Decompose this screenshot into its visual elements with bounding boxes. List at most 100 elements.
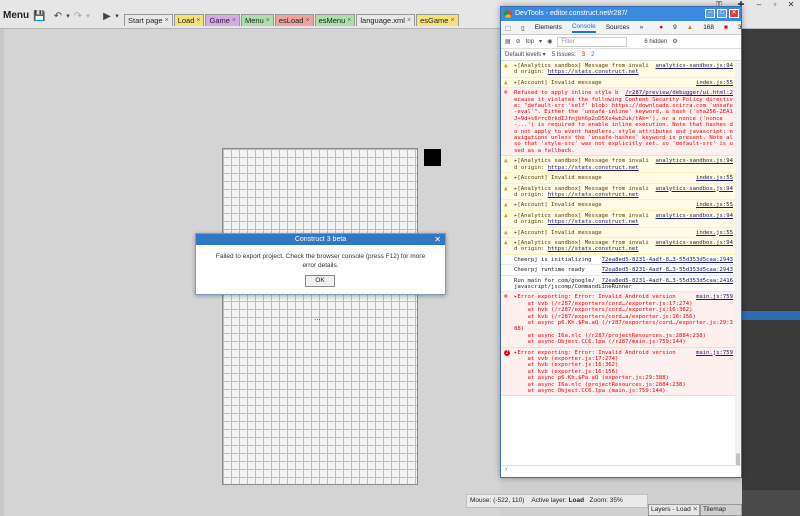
tab-console[interactable]: Console [571, 23, 596, 33]
properties-panel [742, 320, 800, 490]
tab-sources[interactable]: Sources [606, 24, 630, 31]
warning-icon: ▲ [504, 201, 508, 209]
source-link[interactable]: 72ea8ed5-8231-4adf-8…3-55d353d5caa:2943 [602, 267, 733, 273]
context-select[interactable]: top [526, 39, 534, 45]
console-entry[interactable]: 72ea8ed5-8231-4adf-8…3-55d353d5caa:2416 R… [501, 276, 741, 293]
error-icon: 2 [504, 349, 511, 357]
tab-close-icon[interactable]: × [407, 15, 411, 26]
console-scrollbar[interactable] [735, 63, 741, 477]
tab-load[interactable]: Load × [173, 14, 205, 26]
origin-link[interactable]: https://stats.construct.net [548, 219, 639, 225]
menu-button[interactable]: Menu [3, 10, 29, 21]
tab-layers[interactable]: Layers - Load ✕ [648, 504, 700, 516]
tab-language-xml[interactable]: language.xml × [356, 14, 416, 26]
tab-esgame[interactable]: esGame × [416, 14, 459, 26]
source-link[interactable]: index.js:55 [696, 80, 733, 86]
console-entry[interactable]: ⊗ main.js:759 ▸Error exporting: Error: Inv… [501, 292, 741, 348]
tab-close-icon[interactable]: × [232, 15, 236, 26]
console-entry[interactable]: ▲ index.js:55 ▸[Account] Invalid message [501, 173, 741, 184]
maximize-icon[interactable]: ▫ [768, 0, 782, 10]
clear-console-icon[interactable]: ⊘ [516, 38, 521, 45]
default-levels-select[interactable]: Default levels ▾ [505, 49, 546, 60]
tab-label: Load [177, 16, 195, 25]
tab-label: esMenu [318, 16, 346, 25]
error-icon: ⊗ [504, 293, 508, 301]
source-link[interactable]: main.js:759 [696, 294, 733, 300]
dialog-title: Construct 3 beta [294, 236, 347, 243]
issues-label[interactable]: 5 Issues: [552, 49, 576, 60]
source-link[interactable]: analytics-sandbox.js:94 [656, 186, 733, 192]
entry-text: ▸Error exporting: Error: Invalid Android… [514, 349, 686, 395]
message-count: 3 [737, 24, 742, 31]
inspect-icon[interactable]: ⬚ [505, 24, 511, 32]
console-entry[interactable]: ▲ analytics-sandbox.js:94 ▸[Analytics sand… [501, 210, 741, 228]
save-icon[interactable]: 💾 [33, 11, 45, 22]
minimize-icon[interactable]: – [752, 0, 766, 10]
console-entry[interactable]: ▲ analytics-sandbox.js:94 ▸[Analytics sand… [501, 61, 741, 78]
close-icon[interactable]: ✕ [729, 9, 739, 18]
canvas-dots: ... [314, 313, 321, 322]
maximize-icon[interactable]: □ [717, 9, 727, 18]
source-link[interactable]: main.js:759 [696, 350, 733, 356]
tab-close-icon[interactable]: × [266, 15, 270, 26]
console-entry[interactable]: ▲ index.js:55 ▸[Account] Invalid message [501, 200, 741, 211]
redo-dropdown-icon[interactable]: ▾ [82, 11, 94, 22]
tab-menu[interactable]: Menu × [241, 14, 274, 26]
console-entry[interactable]: ▲ index.js:55 ▸[Account] Invalid message [501, 227, 741, 238]
play-dropdown-icon[interactable]: ▾ [111, 11, 123, 22]
construct3-editor: Menu 💾 ↶ ▾ ↷ ▾ ▶ ▾ Start page × Load × Game ×… [0, 0, 800, 516]
tab-elements[interactable]: Elements [535, 24, 562, 31]
source-link[interactable]: index.js:55 [696, 175, 733, 181]
tab-esmenu[interactable]: esMenu × [314, 14, 356, 26]
mouse-value: (-522, 110) [493, 497, 525, 504]
console-entry[interactable]: ▲ index.js:55 ▸[Account] Invalid message [501, 77, 741, 89]
warning-icon: ▲ [504, 78, 508, 86]
console-entry[interactable]: ⊗/r287/preview/debugger/ui.html:2 Refused… [501, 88, 741, 157]
console-entry[interactable]: 2 main.js:759 ▸Error exporting: Error: Inv… [501, 347, 741, 397]
origin-link[interactable]: https://stats.construct.net [548, 165, 639, 171]
project-panel [742, 29, 800, 311]
source-link[interactable]: index.js:55 [696, 202, 733, 208]
issues-error-count: 3 [581, 52, 586, 58]
more-tabs-icon[interactable]: » [640, 24, 644, 31]
source-link[interactable]: analytics-sandbox.js:94 [656, 240, 733, 246]
origin-link[interactable]: https://stats.construct.net [548, 246, 639, 252]
tab-label: Menu [245, 16, 264, 25]
close-window-icon[interactable]: ✕ [784, 0, 798, 10]
console-settings-icon[interactable]: ⚙ [672, 38, 677, 45]
tab-game[interactable]: Game × [205, 14, 241, 26]
tab-label: language.xml [360, 16, 405, 25]
eye-icon[interactable]: ◉ [547, 38, 552, 45]
tab-close-icon[interactable]: × [305, 15, 309, 26]
origin-link[interactable]: https://stats.construct.net [548, 192, 639, 198]
console-entry[interactable]: ▲ analytics-sandbox.js:94 ▸[Analytics sand… [501, 237, 741, 255]
sidebar-toggle-icon[interactable]: ▤ [505, 38, 511, 45]
console-entry[interactable]: ▲ analytics-sandbox.js:94 ▸[Analytics sand… [501, 183, 741, 201]
tab-close-icon[interactable]: × [196, 15, 200, 26]
console-entry[interactable]: ▲ analytics-sandbox.js:94 ▸[Analytics sand… [501, 156, 741, 174]
ok-button[interactable]: OK [305, 275, 335, 287]
filter-input[interactable]: Filter [557, 36, 628, 47]
source-link[interactable]: index.js:55 [696, 230, 733, 236]
tab-tilemap[interactable]: Tilemap [700, 504, 742, 516]
device-icon[interactable]: ▯ [521, 24, 525, 32]
tab-close-icon[interactable]: × [450, 15, 454, 26]
tab-close-icon[interactable]: × [165, 15, 169, 26]
origin-link[interactable]: https://stats.construct.net [548, 69, 639, 75]
entry-text: ▸[Account] Invalid message [514, 79, 602, 86]
console-prompt[interactable]: › [501, 465, 741, 477]
source-link[interactable]: 72ea8ed5-8231-4adf-8…3-55d353d5caa:2943 [602, 257, 733, 263]
tab-start-page[interactable]: Start page × [124, 14, 173, 26]
sprite-object[interactable] [424, 149, 441, 166]
close-icon[interactable]: ✕ [434, 234, 441, 245]
tab-close-icon[interactable]: × [347, 15, 351, 26]
source-link[interactable]: analytics-sandbox.js:94 [656, 213, 733, 219]
console-entry[interactable]: 72ea8ed5-8231-4adf-8…3-55d353d5caa:2943 C… [501, 265, 741, 276]
minimize-icon[interactable]: – [705, 9, 715, 18]
tab-esload[interactable]: esLoad × [274, 14, 314, 26]
source-link[interactable]: analytics-sandbox.js:94 [656, 158, 733, 164]
error-count-icon[interactable]: ● [659, 24, 663, 31]
warning-icon: ▲ [504, 184, 508, 192]
console-entry[interactable]: 72ea8ed5-8231-4adf-8…3-55d353d5caa:2943 C… [501, 255, 741, 266]
source-link[interactable]: analytics-sandbox.js:94 [656, 63, 733, 69]
